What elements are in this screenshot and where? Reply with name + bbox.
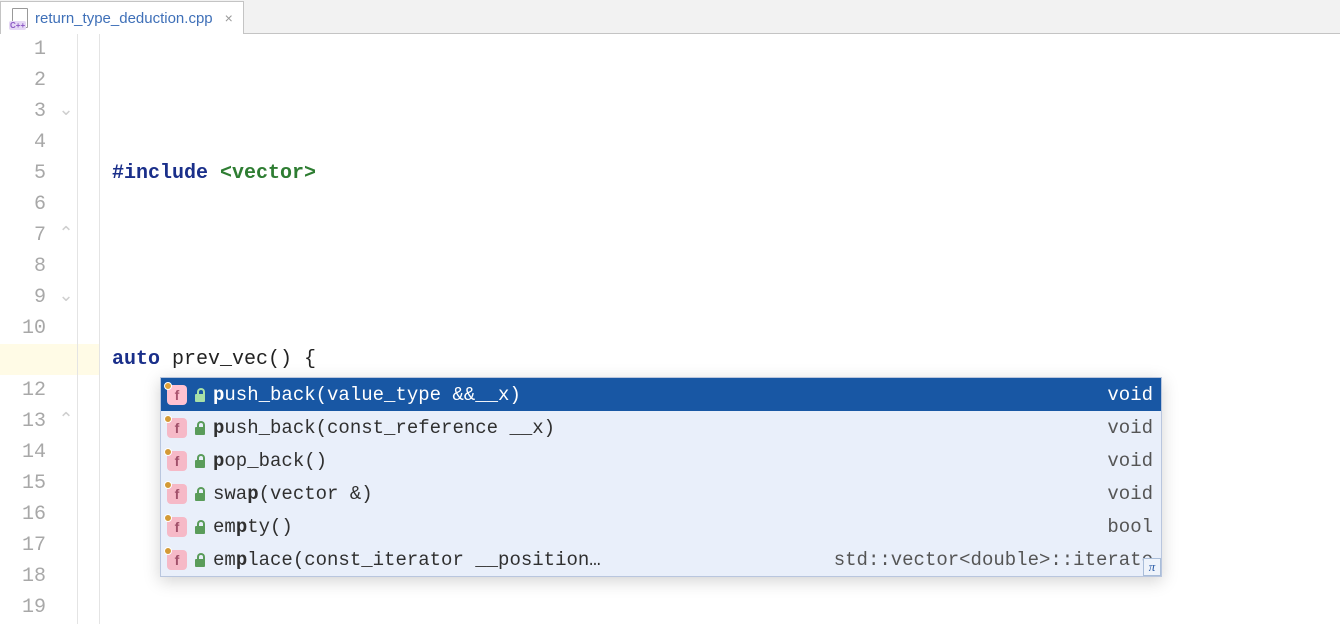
lock-icon xyxy=(193,388,207,402)
completion-return-type: void xyxy=(1107,483,1153,505)
function-badge-icon: f xyxy=(167,385,187,405)
line-number: 5 xyxy=(0,158,56,189)
fold-handle[interactable]: ⌄ xyxy=(58,282,74,313)
line-number-gutter: 12345678910111213141516171819 xyxy=(0,34,56,624)
close-icon[interactable]: × xyxy=(225,11,233,25)
line-number: 10 xyxy=(0,313,56,344)
code-line[interactable] xyxy=(112,251,1340,282)
line-number: 14 xyxy=(0,437,56,468)
margin-highlight xyxy=(78,344,99,375)
completion-item[interactable]: f swap(vector &) void xyxy=(161,477,1161,510)
function-badge-icon: f xyxy=(167,484,187,504)
fold-column: ⌄ ⌃ ⌄ ⌃ xyxy=(56,34,78,624)
completion-label: push_back(const_reference __x) xyxy=(213,417,555,439)
code-line[interactable]: #include <vector> xyxy=(112,158,1340,189)
fold-handle[interactable]: ⌄ xyxy=(58,96,74,127)
line-number: 8 xyxy=(0,251,56,282)
completion-item[interactable]: f pop_back() void xyxy=(161,444,1161,477)
editor-tab[interactable]: return_type_deduction.cpp × xyxy=(0,1,244,34)
line-number: 9 xyxy=(0,282,56,313)
completion-return-type: void xyxy=(1107,417,1153,439)
gutter-highlight xyxy=(0,344,56,375)
completion-return-type: void xyxy=(1107,384,1153,406)
completion-return-type: std::vector<double>::iterato xyxy=(834,549,1153,571)
cpp-file-icon xyxy=(9,8,29,28)
function-badge-icon: f xyxy=(167,517,187,537)
lock-icon xyxy=(193,520,207,534)
fold-handle[interactable]: ⌃ xyxy=(58,406,74,437)
lock-icon xyxy=(193,454,207,468)
completion-item[interactable]: f push_back(const_reference __x) void xyxy=(161,411,1161,444)
tab-strip: return_type_deduction.cpp × xyxy=(0,0,1340,34)
line-number: 2 xyxy=(0,65,56,96)
completion-return-type: void xyxy=(1107,450,1153,472)
completion-label: emplace(const_iterator __position… xyxy=(213,549,601,571)
function-badge-icon: f xyxy=(167,550,187,570)
line-number: 3 xyxy=(0,96,56,127)
completion-label: push_back(value_type &&__x) xyxy=(213,384,521,406)
line-number: 12 xyxy=(0,375,56,406)
tab-filename: return_type_deduction.cpp xyxy=(35,10,213,27)
fold-highlight xyxy=(56,344,77,375)
completion-label: empty() xyxy=(213,516,293,538)
pi-icon[interactable]: π xyxy=(1143,558,1161,576)
fold-handle[interactable]: ⌃ xyxy=(58,220,74,251)
function-badge-icon: f xyxy=(167,418,187,438)
line-number: 1 xyxy=(0,34,56,65)
code-line[interactable]: auto prev_vec() { xyxy=(112,344,1340,375)
line-number: 16 xyxy=(0,499,56,530)
completion-return-type: bool xyxy=(1107,516,1153,538)
lock-icon xyxy=(193,421,207,435)
editor-margin xyxy=(78,34,100,624)
function-badge-icon: f xyxy=(167,451,187,471)
line-number: 6 xyxy=(0,189,56,220)
line-number: 4 xyxy=(0,127,56,158)
line-number: 17 xyxy=(0,530,56,561)
completion-item[interactable]: f emplace(const_iterator __position… std::… xyxy=(161,543,1161,576)
completion-item[interactable]: f push_back(value_type &&__x) void xyxy=(161,378,1161,411)
lock-icon xyxy=(193,553,207,567)
line-number: 18 xyxy=(0,561,56,592)
line-number: 19 xyxy=(0,592,56,623)
completion-label: pop_back() xyxy=(213,450,327,472)
completion-label: swap(vector &) xyxy=(213,483,373,505)
completion-popup[interactable]: fpush_back(value_type &&__x)voidfpush_ba… xyxy=(160,377,1162,577)
line-number: 7 xyxy=(0,220,56,251)
completion-item[interactable]: f empty() bool xyxy=(161,510,1161,543)
line-number: 15 xyxy=(0,468,56,499)
line-number: 13 xyxy=(0,406,56,437)
lock-icon xyxy=(193,487,207,501)
